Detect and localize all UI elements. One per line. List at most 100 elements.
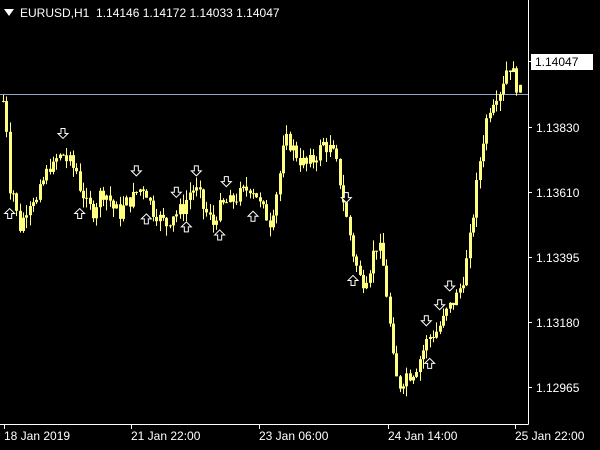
candle-body <box>449 302 452 309</box>
candle-body <box>362 274 365 289</box>
candle-body <box>9 131 12 194</box>
candle-body <box>512 68 515 73</box>
down-arrow-icon <box>220 176 233 188</box>
candle-body <box>352 235 355 257</box>
candle-body <box>169 225 172 227</box>
candle-body <box>419 359 422 373</box>
candle-body <box>132 191 135 207</box>
candle-body <box>389 296 392 324</box>
up-arrow-icon <box>423 357 436 369</box>
candle-body <box>179 204 182 215</box>
candle-body <box>272 215 275 228</box>
candle-body <box>279 173 282 195</box>
candle-body <box>92 203 95 219</box>
candle-body <box>445 308 448 316</box>
candle-body <box>295 145 298 159</box>
candle-body <box>45 168 48 181</box>
candle-body <box>269 220 272 228</box>
candle-body <box>505 70 508 84</box>
candle-body <box>75 167 78 172</box>
candle-body <box>185 199 188 215</box>
candle-body <box>315 160 318 163</box>
candle-body <box>435 331 438 338</box>
candle-body <box>392 323 395 354</box>
candle-body <box>102 190 105 200</box>
candle-body <box>99 190 102 208</box>
candle-body <box>409 373 412 381</box>
candle-body <box>439 325 442 332</box>
candle-body <box>5 101 8 132</box>
candle-body <box>175 214 178 217</box>
candle-body <box>2 100 5 102</box>
candle-body <box>249 190 252 194</box>
candle-body <box>415 372 418 377</box>
candle-body <box>152 200 155 217</box>
candle-body <box>55 158 58 162</box>
candle-body <box>22 217 25 231</box>
candle-body <box>32 202 35 207</box>
candle-body <box>62 154 65 156</box>
candle-body <box>472 217 475 233</box>
down-arrow-icon <box>56 127 70 140</box>
candle-body <box>265 204 268 221</box>
candle-body <box>372 250 375 274</box>
chart-menu-triangle-icon[interactable] <box>4 9 14 16</box>
candle-body <box>15 193 18 211</box>
candle-body <box>399 376 402 389</box>
candle-body <box>319 145 322 161</box>
candle-body <box>19 210 22 231</box>
y-tick-label: 1.13610 <box>536 186 580 200</box>
x-tick-label: 25 Jan 22:00 <box>515 429 585 443</box>
y-tick-label: 1.13830 <box>536 121 580 135</box>
candle-body <box>252 193 255 195</box>
candle-body <box>149 197 152 201</box>
down-arrow-icon <box>190 165 203 177</box>
candle-body <box>302 157 305 166</box>
candle-body <box>232 195 235 202</box>
candle-body <box>329 145 332 153</box>
candle-body <box>189 192 192 200</box>
candle-body <box>119 204 122 219</box>
candle-body <box>12 193 15 195</box>
candle-body <box>145 190 148 198</box>
y-tick-label: 1.13180 <box>536 316 580 330</box>
candle-body <box>162 214 165 218</box>
candle-body <box>65 155 68 162</box>
candle-body <box>465 258 468 286</box>
candle-body <box>82 190 85 199</box>
candle-body <box>245 186 248 191</box>
candle-body <box>72 155 75 168</box>
candle-body <box>29 206 32 216</box>
candle-body <box>59 154 62 159</box>
down-arrow-icon <box>443 280 456 292</box>
candle-body <box>482 143 485 162</box>
candle-body <box>229 195 232 203</box>
candle-body <box>489 112 492 119</box>
candle-body <box>452 302 455 306</box>
candle-body <box>459 288 462 293</box>
candle-body <box>205 208 208 213</box>
current-price-label: 1.14047 <box>531 54 593 70</box>
candle-body <box>469 232 472 259</box>
candle-body <box>309 155 312 164</box>
up-arrow-icon <box>3 207 16 220</box>
candle-body <box>282 145 285 174</box>
candle-body <box>35 199 38 203</box>
up-arrow-icon <box>140 213 153 225</box>
candle-body <box>182 204 185 215</box>
candle-body <box>485 118 488 144</box>
candle-body <box>52 161 55 172</box>
candle-body <box>195 187 198 191</box>
candle-body <box>375 250 378 252</box>
candle-body <box>199 187 202 190</box>
candle-body <box>89 197 92 204</box>
candle-body <box>135 191 138 193</box>
candle-body <box>305 157 308 164</box>
price-chart[interactable] <box>0 0 600 450</box>
candle-body <box>519 84 522 93</box>
candle-body <box>202 189 205 209</box>
x-tick-label: 24 Jan 14:00 <box>388 429 458 443</box>
candle-body <box>239 188 242 202</box>
up-arrow-icon <box>346 274 360 286</box>
candle-body <box>369 273 372 283</box>
